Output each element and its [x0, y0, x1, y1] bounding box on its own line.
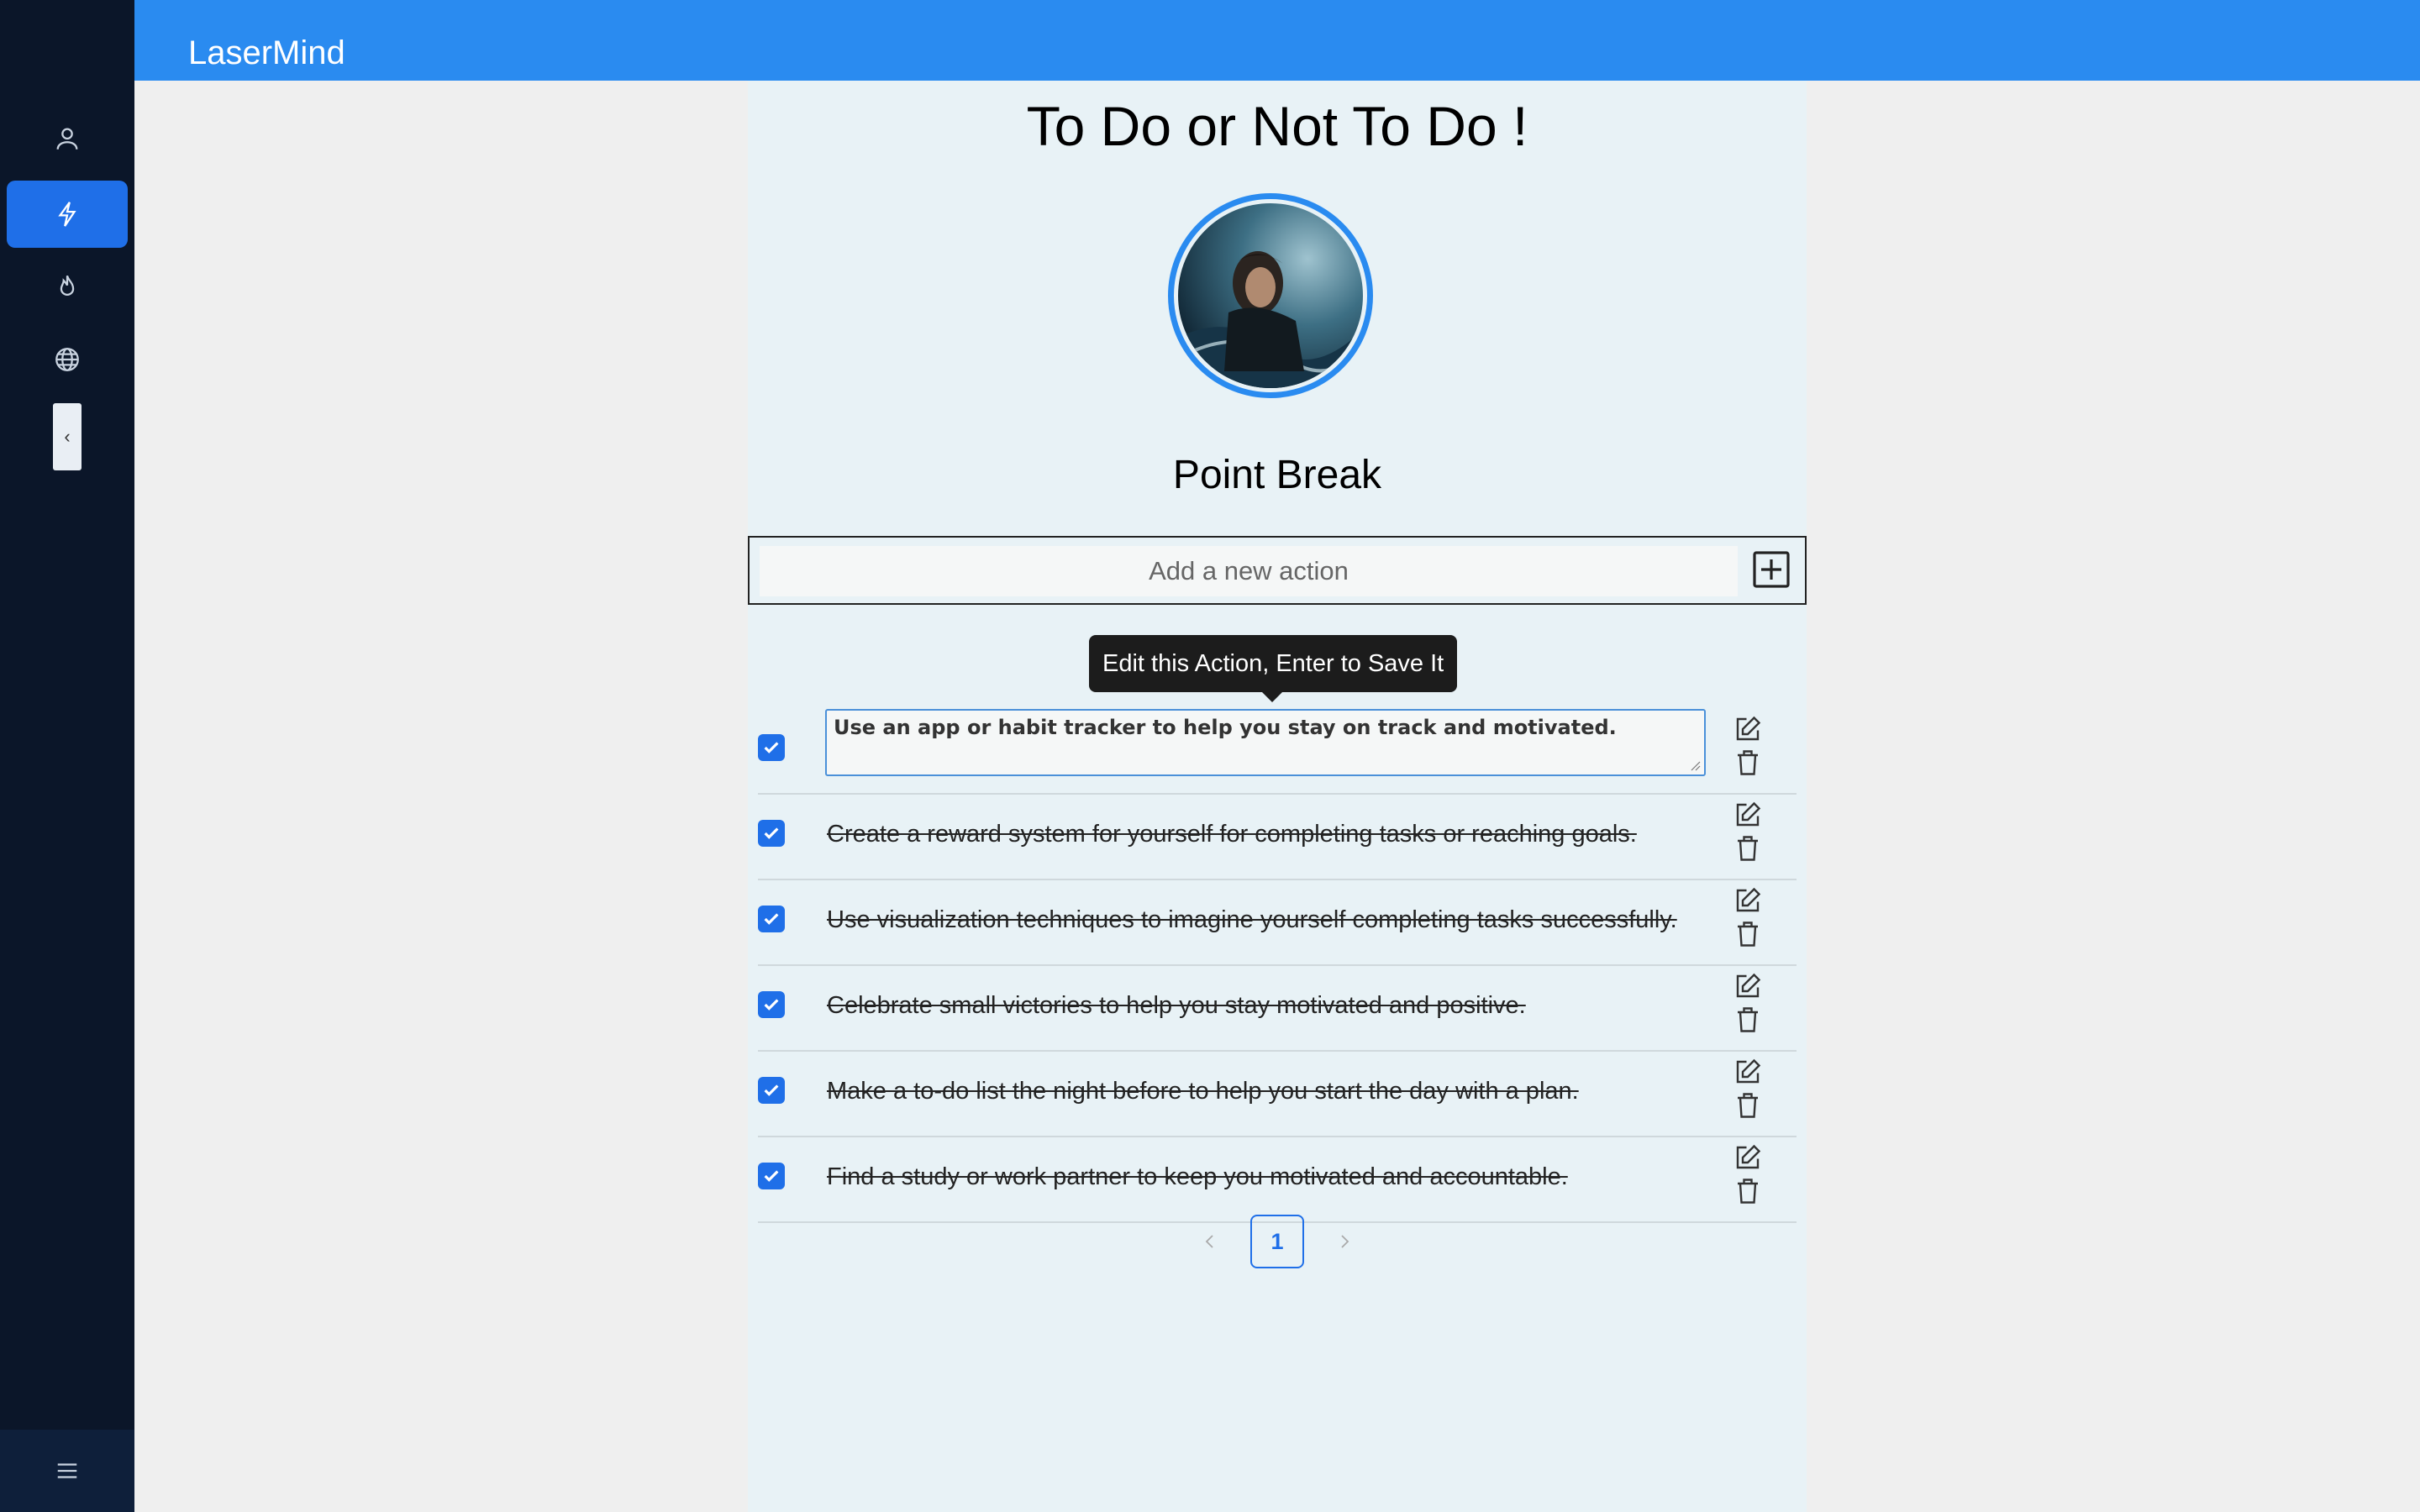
pagination: 1 [748, 1215, 1807, 1268]
item-checkbox[interactable] [758, 820, 785, 847]
item-text[interactable]: Celebrate small victories to help you st… [827, 990, 1526, 1021]
hamburger-menu-icon [57, 1463, 77, 1478]
sidebar-collapse-button[interactable]: ‹ [53, 403, 82, 470]
edit-icon[interactable] [1733, 714, 1763, 744]
page-title: To Do or Not To Do ! [1026, 95, 1528, 157]
trash-icon[interactable] [1733, 919, 1763, 949]
trash-icon[interactable] [1733, 1005, 1763, 1035]
edit-action-text: Use an app or habit tracker to help you … [834, 716, 1617, 739]
chevron-right-icon [1341, 1235, 1349, 1248]
list-item: Find a study or work partner to keep you… [758, 1137, 1797, 1223]
checkmark-icon [764, 1084, 779, 1096]
sidebar-item-actions[interactable] [7, 181, 128, 248]
pagination-page-button[interactable]: 1 [1250, 1215, 1304, 1268]
profile-name: Point Break [1172, 453, 1382, 497]
item-checkbox[interactable] [758, 991, 785, 1018]
list-item: Make a to-do list the night before to he… [758, 1052, 1797, 1137]
edit-icon[interactable] [1733, 885, 1763, 916]
top-bar: LaserMind [134, 0, 2420, 81]
checkmark-icon [764, 1170, 779, 1182]
item-checkbox[interactable] [758, 1077, 785, 1104]
add-action-button[interactable] [1751, 549, 1791, 590]
sidebar-item-streak[interactable] [7, 253, 128, 320]
sidebar: ‹ [0, 0, 134, 1512]
pagination-prev-button[interactable] [1195, 1226, 1225, 1257]
chevron-left-icon [1205, 1235, 1213, 1248]
list-item: Use visualization techniques to imagine … [758, 880, 1797, 966]
user-icon [56, 128, 78, 150]
flame-icon [60, 275, 75, 296]
item-checkbox[interactable] [758, 1163, 785, 1189]
edit-icon[interactable] [1733, 1057, 1763, 1087]
checkmark-icon [764, 913, 779, 925]
sidebar-item-explore[interactable] [7, 326, 128, 393]
chevron-left-icon: ‹ [64, 426, 71, 447]
item-checkbox[interactable] [758, 734, 785, 761]
edit-icon[interactable] [1733, 1142, 1763, 1173]
edit-icon[interactable] [1733, 800, 1763, 830]
globe-icon [55, 348, 79, 371]
edit-action-textarea[interactable]: Use an app or habit tracker to help you … [825, 709, 1706, 776]
sidebar-item-profile[interactable] [7, 105, 128, 172]
item-text[interactable]: Use visualization techniques to imagine … [827, 904, 1677, 936]
trash-icon[interactable] [1733, 748, 1763, 778]
add-action-form [748, 536, 1807, 605]
trash-icon[interactable] [1733, 1090, 1763, 1121]
edit-icon[interactable] [1733, 971, 1763, 1001]
edit-tooltip: Edit this Action, Enter to Save It [1089, 635, 1458, 702]
list-item: Celebrate small victories to help you st… [758, 966, 1797, 1052]
trash-icon[interactable] [1733, 833, 1763, 864]
add-action-input[interactable] [760, 546, 1738, 596]
checkmark-icon [764, 999, 779, 1011]
plus-square-icon [1753, 551, 1790, 588]
item-checkbox[interactable] [758, 906, 785, 932]
item-text[interactable]: Make a to-do list the night before to he… [827, 1075, 1579, 1107]
main-panel: To Do or Not To Do ! Point Break Add a n… [748, 81, 1807, 1512]
pagination-next-button[interactable] [1329, 1226, 1360, 1257]
app-brand[interactable]: LaserMind [188, 32, 345, 74]
item-text[interactable]: Find a study or work partner to keep you… [827, 1161, 1568, 1193]
item-text[interactable]: Create a reward system for yourself for … [827, 818, 1637, 850]
avatar[interactable] [1168, 193, 1373, 398]
checkmark-icon [764, 742, 779, 753]
resize-grip-icon[interactable] [1689, 759, 1701, 771]
sidebar-menu-button[interactable] [0, 1430, 134, 1512]
avatar-image [1178, 203, 1363, 388]
trash-icon[interactable] [1733, 1176, 1763, 1206]
lightning-icon [58, 202, 76, 227]
list-item-editing: Use an app or habit tracker to help you … [758, 709, 1797, 795]
checkmark-icon [764, 827, 779, 839]
list-item: Create a reward system for yourself for … [758, 795, 1797, 880]
